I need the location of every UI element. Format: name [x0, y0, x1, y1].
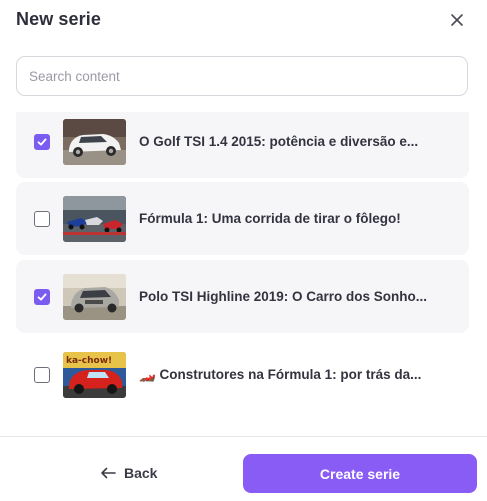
- arrow-left-icon: [101, 467, 116, 479]
- list-item[interactable]: Fórmula 1: Uma corrida de tirar o fôlego…: [16, 182, 469, 255]
- svg-text:ka-chow!: ka-chow!: [66, 356, 112, 366]
- cartoon-race-car-kachow: ka-chow!: [63, 351, 126, 398]
- item-title: Polo TSI Highline 2019: O Carro dos Sonh…: [139, 288, 428, 304]
- search-input[interactable]: [16, 56, 468, 96]
- white-hatchback-car-photo: [63, 118, 126, 165]
- checkbox[interactable]: [34, 366, 50, 383]
- close-icon: [451, 14, 463, 26]
- dialog-header: New serie: [0, 0, 487, 44]
- item-title: 🏎️ Construtores na Fórmula 1: por trás d…: [139, 366, 422, 382]
- footer-divider: [0, 436, 487, 437]
- check-icon: [37, 138, 47, 145]
- back-label: Back: [124, 465, 158, 481]
- item-title: Fórmula 1: Uma corrida de tirar o fôlego…: [139, 210, 401, 226]
- check-icon: [37, 293, 47, 300]
- checkbox[interactable]: [34, 133, 50, 150]
- checkbox[interactable]: [34, 210, 50, 227]
- close-button[interactable]: [447, 10, 467, 30]
- list-item[interactable]: O Golf TSI 1.4 2015: potência e diversão…: [16, 112, 469, 178]
- list-item[interactable]: ka-chow! 🏎️ Construtores na Fórmula 1: p…: [16, 338, 469, 411]
- back-button[interactable]: Back: [100, 461, 157, 485]
- dialog-title: New serie: [16, 9, 101, 29]
- item-title: O Golf TSI 1.4 2015: potência e diversão…: [139, 133, 419, 149]
- list-item[interactable]: Polo TSI Highline 2019: O Carro dos Sonh…: [16, 260, 469, 333]
- content-list: O Golf TSI 1.4 2015: potência e diversão…: [16, 112, 469, 424]
- formula-1-race-photo: [63, 195, 126, 242]
- silver-polo-car-photo: [63, 273, 126, 320]
- create-serie-button[interactable]: Create serie: [243, 454, 477, 493]
- checkbox[interactable]: [34, 288, 50, 305]
